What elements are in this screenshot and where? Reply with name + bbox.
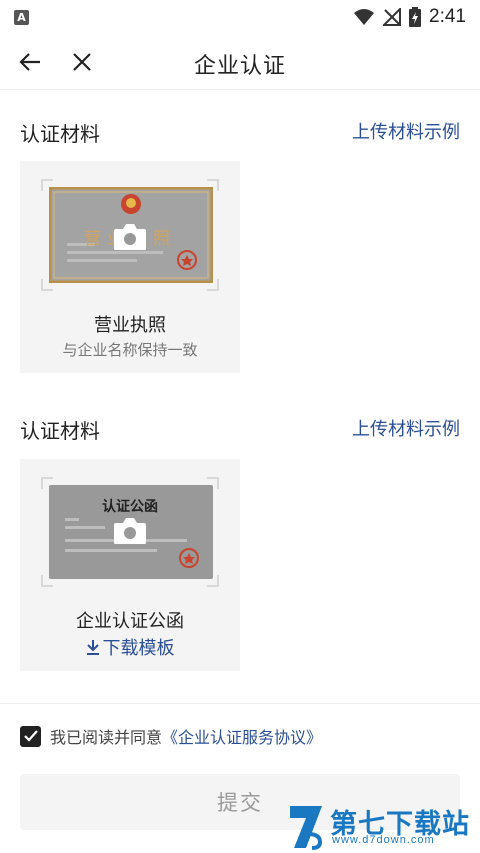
card-title: 企业认证公函: [76, 611, 184, 632]
letter-frame: 认证公函: [41, 477, 219, 587]
watermark-logo-icon: [290, 806, 323, 850]
page-title: 企业认证: [193, 54, 286, 79]
divider: [0, 703, 480, 704]
letter-doc-heading: 认证公函: [102, 499, 158, 515]
section-header: 认证材料 上传材料示例: [20, 415, 460, 445]
camera-icon: [114, 518, 146, 544]
section-title: 认证材料: [20, 122, 100, 146]
agreement-checkbox[interactable]: [20, 725, 41, 747]
agreement-text: 我已阅读并同意: [50, 728, 163, 747]
download-label: 下载模板: [102, 638, 175, 659]
agreement-row: 我已阅读并同意 《企业认证服务协议》: [20, 724, 322, 748]
upload-example-link[interactable]: 上传材料示例: [352, 118, 460, 144]
authorization-letter-upload-card[interactable]: 认证公函 企业认证公函 下载模板: [20, 459, 240, 671]
section-title: 认证材料: [20, 419, 100, 443]
business-license-upload-card[interactable]: 营业执照 营业执照 与企业名称保持一致: [20, 161, 240, 373]
upload-example-link[interactable]: 上传材料示例: [352, 415, 460, 441]
status-time: 2:41: [429, 6, 466, 27]
check-icon: [23, 730, 38, 742]
watermark: 第七下载站 www.d7down.com: [286, 800, 476, 853]
download-icon: [86, 640, 99, 655]
battery-charging-icon: [409, 7, 422, 27]
section-header: 认证材料 上传材料示例: [20, 118, 460, 148]
watermark-url: www.d7down.com: [332, 834, 435, 846]
no-signal-icon: [383, 8, 402, 26]
agreement-link[interactable]: 《企业认证服务协议》: [162, 724, 322, 748]
download-template-link[interactable]: 下载模板: [20, 634, 240, 660]
wifi-icon: [354, 9, 375, 25]
camera-icon: [114, 224, 146, 250]
license-frame: 营业执照: [41, 179, 219, 291]
title-bar: 企业认证: [0, 34, 480, 90]
card-title: 营业执照: [94, 315, 166, 336]
card-subtitle: 与企业名称保持一致: [62, 341, 198, 359]
app-notification-icon: A: [14, 9, 29, 25]
status-bar: A 2:41: [0, 0, 480, 34]
